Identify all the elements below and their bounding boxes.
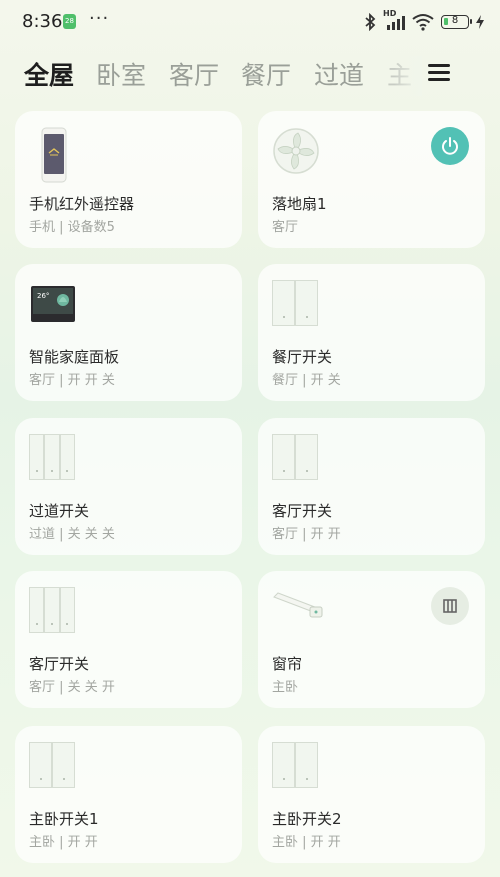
device-name: 窗帘 [272, 655, 303, 673]
calendar-icon: 28 [63, 14, 76, 29]
pause-button[interactable] [431, 587, 469, 625]
device-name: 智能家庭面板 [29, 348, 120, 366]
switch-icon [272, 280, 318, 326]
status-icons: HD 8 [364, 9, 484, 32]
device-card[interactable]: 窗帘 主卧 [258, 571, 485, 708]
switch-icon [29, 434, 75, 480]
device-card[interactable]: 主卧开关2 主卧 | 开 开 [258, 726, 485, 863]
tab-living-room[interactable]: 客厅 [169, 56, 219, 92]
device-name: 手机红外遥控器 [29, 195, 135, 213]
device-status: 餐厅 | 开 关 [272, 373, 341, 388]
device-status: 主卧 [272, 680, 299, 695]
device-card[interactable]: 餐厅开关 餐厅 | 开 关 [258, 264, 485, 401]
device-status: 主卧 | 开 开 [272, 835, 341, 850]
device-card[interactable]: 过道开关 过道 | 关 关 关 [15, 418, 242, 555]
wifi-icon [412, 14, 434, 31]
power-button[interactable] [431, 127, 469, 165]
device-name: 过道开关 [29, 502, 90, 520]
pause-icon [443, 599, 457, 613]
power-icon [442, 137, 458, 155]
device-card[interactable]: 落地扇1 客厅 [258, 111, 485, 248]
battery-level: 8 [451, 15, 459, 26]
device-status: 客厅 | 开 开 [272, 527, 341, 542]
device-status: 手机 | 设备数5 [29, 220, 115, 235]
fan-icon [273, 128, 319, 174]
tab-dining-room[interactable]: 餐厅 [241, 56, 291, 92]
svg-text:26°: 26° [37, 292, 49, 300]
battery-icon: 8 [441, 15, 472, 29]
device-card[interactable]: 客厅开关 客厅 | 关 关 开 [15, 571, 242, 708]
device-status: 客厅 | 关 关 开 [29, 680, 115, 695]
curtain-icon [273, 592, 323, 618]
device-name: 主卧开关1 [29, 810, 99, 828]
device-status: 客厅 | 开 开 关 [29, 373, 115, 388]
more-notifications-icon: ··· [89, 8, 110, 29]
device-name: 主卧开关2 [272, 810, 342, 828]
device-name: 落地扇1 [272, 195, 327, 213]
tab-bedroom[interactable]: 卧室 [96, 56, 146, 92]
menu-icon[interactable] [428, 58, 456, 86]
home-panel-icon: 26° [31, 286, 75, 322]
device-status: 客厅 [272, 220, 299, 235]
device-status: 过道 | 关 关 关 [29, 527, 115, 542]
signal-icon: HD [383, 9, 405, 31]
device-name: 客厅开关 [272, 502, 333, 520]
switch-icon [29, 742, 75, 788]
status-time: 8:36 [22, 11, 63, 32]
device-card[interactable]: 26° 智能家庭面板 客厅 | 开 开 关 [15, 264, 242, 401]
switch-icon [272, 434, 318, 480]
charging-icon [476, 15, 484, 29]
switch-icon [272, 742, 318, 788]
switch-icon [29, 587, 75, 633]
device-card[interactable]: 手机红外遥控器 手机 | 设备数5 [15, 111, 242, 248]
tab-hallway[interactable]: 过道 [314, 56, 364, 92]
bluetooth-icon [365, 13, 376, 31]
phone-remote-icon [41, 127, 67, 183]
device-card[interactable]: 主卧开关1 主卧 | 开 开 [15, 726, 242, 863]
device-status: 主卧 | 开 开 [29, 835, 98, 850]
device-name: 餐厅开关 [272, 348, 333, 366]
device-name: 客厅开关 [29, 655, 90, 673]
device-card[interactable]: 客厅开关 客厅 | 开 开 [258, 418, 485, 555]
tab-whole-house[interactable]: 全屋 [24, 56, 74, 92]
room-tabs: 全屋 卧室 客厅 餐厅 过道 主 [0, 50, 500, 100]
status-bar: 8:36 28 ··· HD 8 [0, 0, 500, 44]
